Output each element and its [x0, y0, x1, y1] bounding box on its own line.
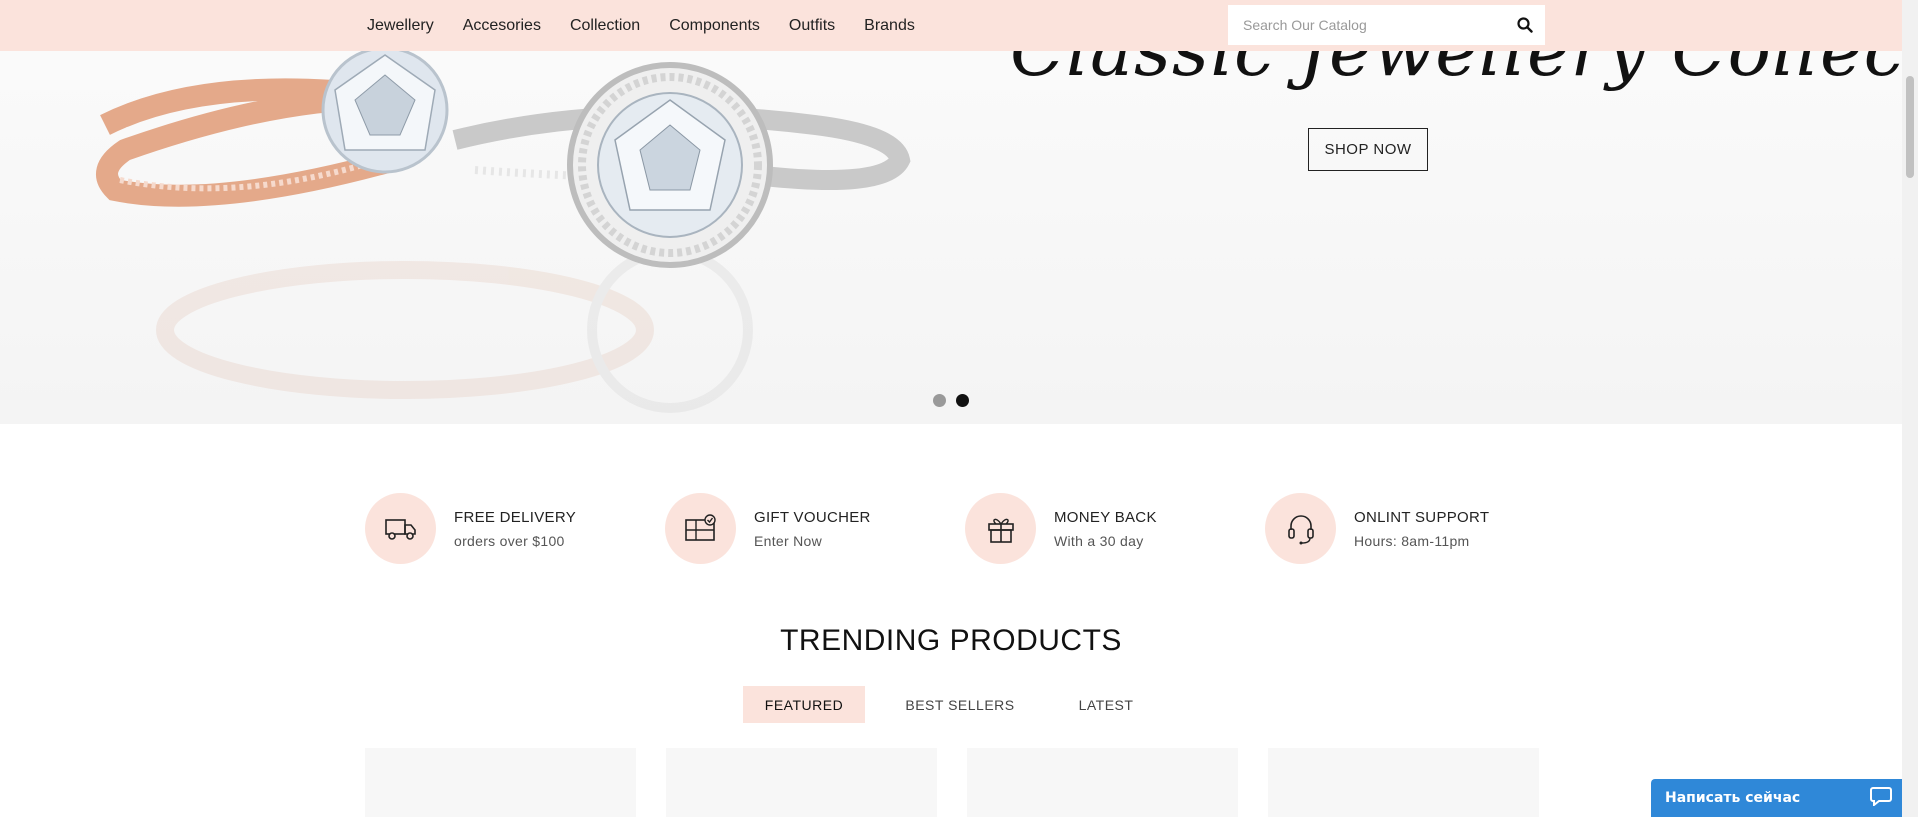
headset-icon [1265, 493, 1336, 564]
product-card[interactable] [967, 748, 1238, 817]
search-input[interactable] [1228, 5, 1505, 45]
search-box [1228, 5, 1545, 45]
nav-item-accesories[interactable]: Accesories [463, 17, 541, 35]
scrollbar-thumb[interactable] [1906, 76, 1914, 178]
shop-now-button[interactable]: SHOP NOW [1308, 128, 1428, 171]
search-icon[interactable] [1505, 5, 1545, 45]
truck-icon [365, 493, 436, 564]
top-nav: Jewellery Accesories Collection Componen… [0, 0, 1902, 51]
tab-latest[interactable]: LATEST [1055, 686, 1157, 723]
feature-subtitle: Hours: 8am-11pm [1354, 532, 1470, 549]
gift-card-icon [665, 493, 736, 564]
nav-item-components[interactable]: Components [669, 17, 760, 35]
slide-dot-1[interactable] [933, 394, 946, 407]
page-scrollbar[interactable] [1902, 0, 1918, 817]
feature-title: MONEY BACK [1054, 508, 1157, 526]
nav-item-outfits[interactable]: Outfits [789, 17, 835, 35]
rings-image [96, 46, 911, 413]
product-card[interactable] [365, 748, 636, 817]
features-row: FREE DELIVERY orders over $100 GIFT VOUC… [365, 493, 1565, 564]
chat-widget[interactable]: Написать сейчас [1651, 779, 1906, 817]
feature-title: GIFT VOUCHER [754, 508, 871, 526]
feature-money-back: MONEY BACK With a 30 day [965, 493, 1265, 564]
tab-best-sellers[interactable]: BEST SELLERS [865, 686, 1055, 723]
feature-subtitle: Enter Now [754, 532, 823, 549]
slide-dot-2[interactable] [956, 394, 969, 407]
hero-banner: Classic Jewellery Collection SHOP NOW [0, 0, 1902, 424]
nav-item-jewellery[interactable]: Jewellery [367, 17, 434, 35]
chat-label: Написать сейчас [1665, 790, 1801, 806]
slider-dots [933, 394, 969, 407]
trending-title: TRENDING PRODUCTS [780, 624, 1122, 657]
feature-gift-voucher: GIFT VOUCHER Enter Now [665, 493, 965, 564]
feature-title: ONLINT SUPPORT [1354, 508, 1490, 526]
feature-subtitle: orders over $100 [454, 532, 565, 549]
product-tabs: FEATURED BEST SELLERS LATEST [743, 686, 1157, 723]
gift-box-icon [965, 493, 1036, 564]
tab-featured[interactable]: FEATURED [743, 686, 865, 723]
feature-online-support: ONLINT SUPPORT Hours: 8am-11pm [1265, 493, 1565, 564]
nav-item-collection[interactable]: Collection [570, 17, 640, 35]
feature-subtitle: With a 30 day [1054, 532, 1144, 549]
product-grid [365, 748, 1539, 817]
product-card[interactable] [666, 748, 937, 817]
feature-title: FREE DELIVERY [454, 508, 576, 526]
nav-item-brands[interactable]: Brands [864, 17, 915, 35]
main-menu: Jewellery Accesories Collection Componen… [367, 0, 944, 51]
product-card[interactable] [1268, 748, 1539, 817]
chat-bubble-icon [1870, 786, 1892, 810]
feature-free-delivery: FREE DELIVERY orders over $100 [365, 493, 665, 564]
